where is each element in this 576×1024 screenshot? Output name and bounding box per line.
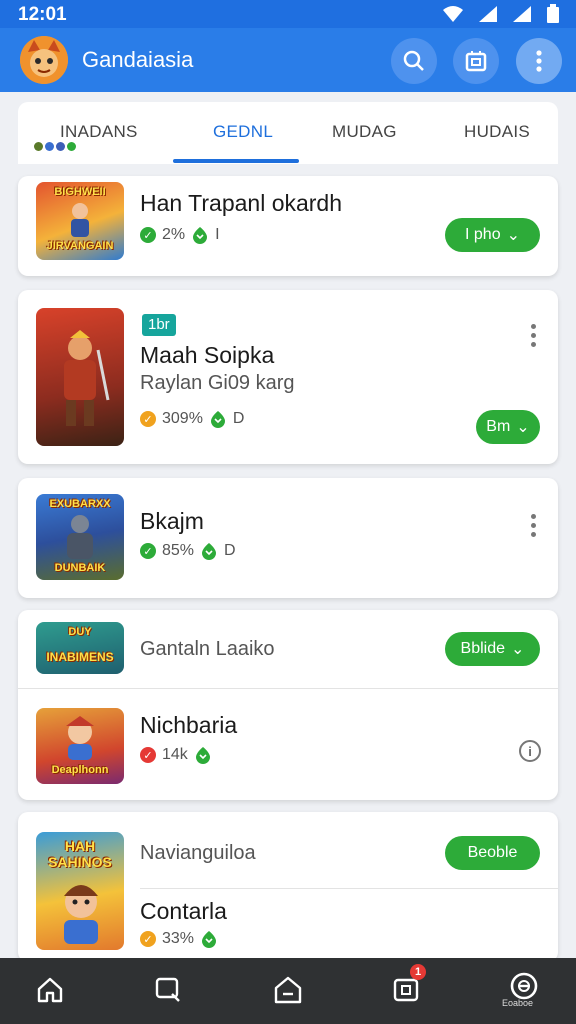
character-art — [64, 885, 98, 944]
game-stats: ✓ 309% D — [140, 410, 244, 428]
status-time: 12:01 — [18, 4, 67, 25]
home-icon — [37, 977, 63, 1003]
tab-bar: INADANS GEDNL MUDAG HUDAIS — [18, 102, 558, 164]
install-button[interactable]: Beoble — [445, 836, 540, 870]
download-icon — [193, 227, 208, 244]
status-bar: 12:01 — [0, 0, 576, 28]
install-button[interactable]: I pho ⌄ — [445, 218, 540, 252]
download-icon — [210, 411, 225, 428]
game-stats: ✓ 14k — [140, 746, 212, 764]
info-icon[interactable]: i — [519, 740, 541, 762]
rating-value: 2% — [162, 226, 186, 243]
game-thumbnail: DUY INABIMENS — [36, 622, 124, 674]
status-icons — [442, 4, 560, 24]
app-logo[interactable] — [20, 36, 68, 84]
rating-value: 14k — [162, 746, 188, 763]
overflow-menu-button[interactable] — [523, 318, 543, 352]
calendar-icon — [465, 51, 487, 72]
tag-badge: 1br — [142, 314, 176, 336]
check-icon: ✓ — [140, 747, 156, 763]
tab-hudais[interactable]: HUDAIS — [464, 122, 530, 142]
install-button[interactable]: Bblide ⌄ — [445, 632, 540, 666]
game-stats: ✓ 2% I — [140, 226, 220, 244]
download-value: D — [232, 410, 245, 427]
game-title[interactable]: Gantaln Laaiko — [140, 638, 275, 661]
game-subtitle: Raylan Gi09 karg — [140, 372, 295, 394]
active-tab-indicator — [173, 159, 299, 163]
check-icon: ✓ — [140, 411, 156, 427]
download-value: I — [215, 226, 220, 243]
download-value: D — [224, 542, 236, 559]
game-title[interactable]: Nichbaria — [140, 712, 237, 739]
app-title: Gandaiasia — [82, 47, 194, 72]
game-thumbnail — [36, 308, 124, 446]
game-title: Maah Soipka — [140, 342, 275, 368]
game-subtitle: Navianguiloa — [140, 842, 256, 864]
signal-icon-2 — [513, 6, 531, 22]
nav-downloads[interactable]: 1 — [386, 964, 426, 1010]
download-icon — [202, 543, 217, 560]
character-art — [64, 330, 110, 426]
divider — [18, 688, 558, 689]
game-card[interactable]: HAH SAHINOS Navianguiloa Beoble Contarla… — [18, 812, 558, 962]
tab-inadans[interactable]: INADANS — [60, 122, 138, 142]
game-card[interactable]: EXUBARXX DUNBAIK Bkajm ✓ 85% D — [18, 478, 558, 598]
install-button[interactable]: Bm ⌄ — [476, 410, 540, 444]
check-icon: ✓ — [140, 227, 156, 243]
overflow-menu-button[interactable] — [523, 508, 543, 542]
nav-profile-label: Eoaboe — [502, 998, 534, 1008]
store-icon — [274, 976, 302, 1004]
character-art — [66, 716, 94, 760]
calendar-button[interactable] — [453, 38, 499, 84]
rating-value: 309% — [162, 410, 203, 427]
rating-value: 85% — [162, 542, 195, 559]
game-title: Han Trapanl okardh — [140, 190, 343, 216]
game-title: Bkajm — [140, 508, 204, 534]
check-icon: ✓ — [140, 543, 156, 559]
notification-badge: 1 — [410, 964, 426, 980]
chevron-down-icon: ⌄ — [516, 419, 530, 436]
game-thumbnail: BIGHWEII JIRVANGAIN — [36, 182, 124, 260]
nav-store[interactable] — [268, 970, 308, 1010]
game-thumbnail: Deaplhonn — [36, 708, 124, 784]
check-icon: ✓ — [140, 931, 156, 947]
nav-home[interactable] — [30, 970, 70, 1010]
character-art — [71, 203, 89, 237]
profile-icon — [510, 972, 538, 1000]
chat-search-icon — [155, 977, 180, 1002]
download-icon — [202, 931, 217, 948]
game-thumbnail: EXUBARXX DUNBAIK — [36, 494, 124, 580]
wifi-icon — [443, 6, 463, 22]
bottom-navigation: 1 — [0, 958, 576, 1024]
nav-chat[interactable] — [148, 970, 188, 1010]
game-title: Contarla — [140, 898, 227, 924]
game-card-group: DUY INABIMENS Gantaln Laaiko Bblide ⌄ De… — [18, 610, 558, 800]
signal-icon — [479, 6, 497, 22]
tab-mini-icons — [34, 142, 76, 151]
game-thumbnail: HAH SAHINOS — [36, 832, 124, 950]
app-bar: Gandaiasia — [0, 28, 576, 92]
game-stats: ✓ 85% D — [140, 542, 236, 560]
tab-gednl[interactable]: GEDNL — [213, 122, 273, 142]
chevron-down-icon: ⌄ — [511, 641, 525, 658]
more-button[interactable] — [516, 38, 562, 84]
chevron-down-icon: ⌄ — [506, 227, 520, 244]
rating-value: 33% — [162, 930, 195, 947]
battery-icon — [547, 4, 559, 23]
search-button[interactable] — [391, 38, 437, 84]
download-icon — [195, 747, 210, 764]
more-vert-icon — [536, 50, 542, 72]
game-card[interactable]: BIGHWEII JIRVANGAIN Han Trapanl okardh ✓… — [18, 176, 558, 276]
game-card[interactable]: 1br Maah Soipka Raylan Gi09 karg ✓ 309% … — [18, 290, 558, 464]
game-stats: ✓ 33% — [140, 930, 218, 948]
search-icon — [403, 50, 424, 71]
downloads-icon — [393, 978, 419, 1002]
divider — [140, 888, 558, 889]
tab-mudag[interactable]: MUDAG — [332, 122, 397, 142]
character-art — [67, 515, 93, 559]
